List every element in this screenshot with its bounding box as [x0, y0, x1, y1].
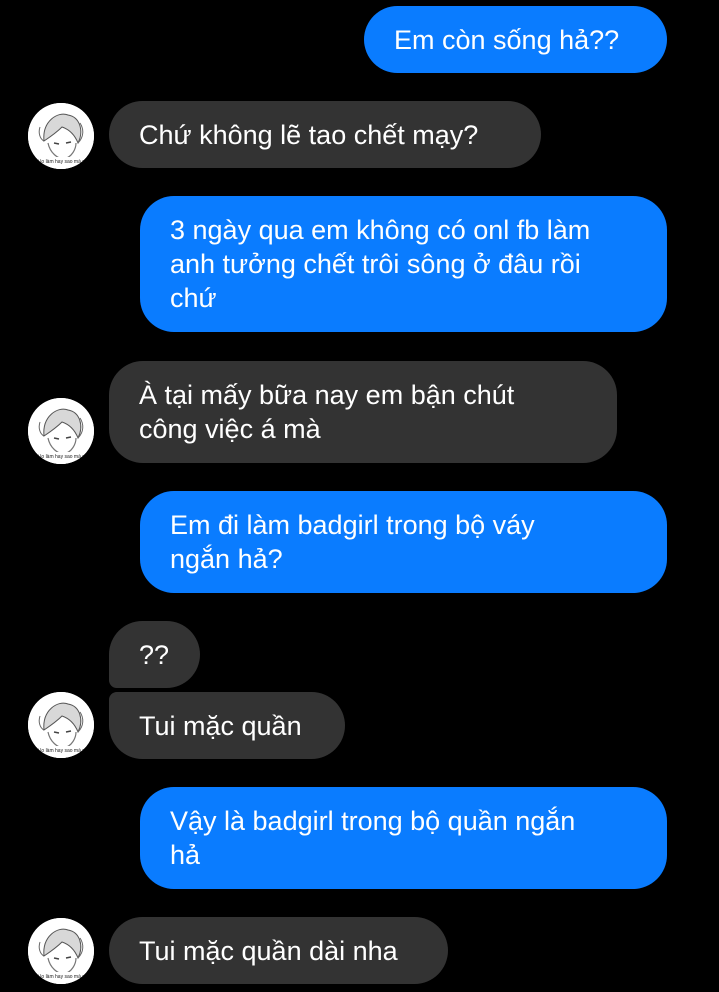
avatar-caption: Bộ t lo làm hay sao mà nhìn: [30, 454, 92, 460]
anime-character-avatar-icon: Bộ t lo làm hay sao mà nhìn: [28, 103, 94, 169]
avatar-caption: Bộ t lo làm hay sao mà nhìn: [30, 159, 92, 165]
contact-avatar[interactable]: Bộ t lo làm hay sao mà nhìn: [28, 918, 94, 984]
message-bubble-incoming[interactable]: À tại mấy bữa nay em bận chút công việc …: [109, 361, 617, 463]
message-bubble-outgoing[interactable]: Vậy là badgirl trong bộ quần ngắn hả: [140, 787, 667, 889]
contact-avatar[interactable]: Bộ t lo làm hay sao mà nhìn: [28, 398, 94, 464]
contact-avatar[interactable]: Bộ t lo làm hay sao mà nhìn: [28, 103, 94, 169]
contact-avatar[interactable]: Bộ t lo làm hay sao mà nhìn: [28, 692, 94, 758]
message-bubble-incoming[interactable]: Tui mặc quần: [109, 692, 345, 759]
anime-character-avatar-icon: Bộ t lo làm hay sao mà nhìn: [28, 692, 94, 758]
message-bubble-incoming[interactable]: Chứ không lẽ tao chết mạy?: [109, 101, 541, 168]
message-bubble-outgoing[interactable]: Em đi làm badgirl trong bộ váy ngắn hả?: [140, 491, 667, 593]
message-bubble-outgoing[interactable]: Em còn sống hả??: [364, 6, 667, 73]
avatar-caption: Bộ t lo làm hay sao mà nhìn: [30, 974, 92, 980]
message-bubble-incoming[interactable]: ??: [109, 621, 200, 688]
anime-character-avatar-icon: Bộ t lo làm hay sao mà nhìn: [28, 918, 94, 984]
avatar-caption: Bộ t lo làm hay sao mà nhìn: [30, 748, 92, 754]
anime-character-avatar-icon: Bộ t lo làm hay sao mà nhìn: [28, 398, 94, 464]
message-bubble-outgoing[interactable]: 3 ngày qua em không có onl fb làm anh tư…: [140, 196, 667, 332]
message-bubble-incoming[interactable]: Tui mặc quần dài nha: [109, 917, 448, 984]
